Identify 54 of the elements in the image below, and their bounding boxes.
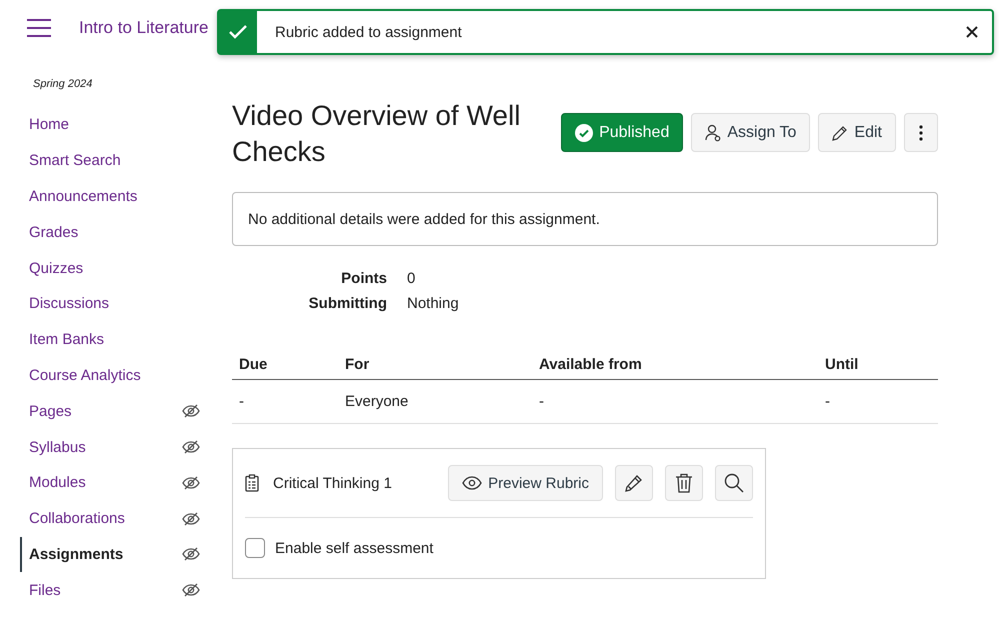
rubric-name: Critical Thinking 1 (273, 474, 393, 492)
detail-value: 0 (407, 270, 416, 287)
edit-rubric-button[interactable] (615, 465, 653, 501)
checkbox[interactable] (245, 538, 265, 558)
check-icon (229, 25, 247, 39)
sidebar-item[interactable]: Files (20, 572, 220, 608)
close-button[interactable] (964, 24, 980, 40)
eye-icon (462, 476, 482, 490)
assign-to-button[interactable]: Assign To (691, 113, 810, 152)
column-header: Until (818, 350, 938, 380)
menu-icon[interactable] (27, 19, 51, 37)
sidebar-item[interactable]: Discussions (20, 286, 220, 322)
sidebar-item[interactable]: Quizzes (20, 250, 220, 286)
column-header: Due (232, 350, 338, 380)
pencil-icon (832, 124, 848, 140)
edit-button[interactable]: Edit (818, 113, 896, 152)
table-cell: - (532, 380, 818, 424)
sidebar-item[interactable]: Course Analytics (20, 358, 220, 394)
sidebar-item[interactable]: Assignments (20, 536, 220, 572)
sidebar-item[interactable]: Grades (20, 214, 220, 250)
search-icon (724, 473, 744, 493)
close-icon (966, 26, 978, 38)
checkbox-label: Enable self assessment (275, 540, 434, 556)
clipboard-icon (245, 474, 259, 492)
sidebar-item[interactable]: Collaborations (20, 500, 220, 537)
term-label: Spring 2024 (32, 78, 94, 90)
description-text: No additional details were added for this assignment. (248, 210, 600, 228)
published-button[interactable]: Published (561, 113, 684, 152)
detail-label: Points (340, 270, 387, 287)
table-cell: Everyone (338, 380, 532, 424)
column-header: For (338, 350, 532, 380)
sidebar-item[interactable]: Modules (20, 464, 220, 501)
sidebar-item[interactable]: Syllabus (20, 429, 220, 465)
column-header: Available from (532, 350, 818, 380)
sidebar-item[interactable]: Pages (20, 393, 220, 430)
detail-label: Submitting (308, 295, 387, 312)
trash-icon (675, 473, 693, 493)
toast-message: Rubric added to assignment (275, 24, 463, 40)
preview-rubric-button[interactable]: Preview Rubric (448, 465, 603, 501)
person-icon (705, 124, 722, 142)
sidebar-item[interactable]: Home (20, 107, 220, 143)
check-circle-icon (575, 124, 594, 142)
sidebar-item[interactable]: Smart Search (20, 142, 220, 179)
detail-value: Nothing (407, 295, 460, 312)
search-button[interactable] (715, 465, 753, 501)
table-cell: - (818, 380, 938, 424)
breadcrumb-link[interactable]: Intro to Literature (79, 18, 208, 38)
delete-button[interactable] (665, 465, 703, 501)
more-icon (919, 124, 923, 140)
sidebar-item[interactable]: Announcements (20, 178, 220, 214)
pencil-icon (624, 473, 644, 493)
sidebar-item[interactable]: Item Banks (20, 322, 220, 358)
table-cell: - (232, 380, 338, 424)
assignment-title: Video Overview of Well Checks (232, 99, 522, 169)
